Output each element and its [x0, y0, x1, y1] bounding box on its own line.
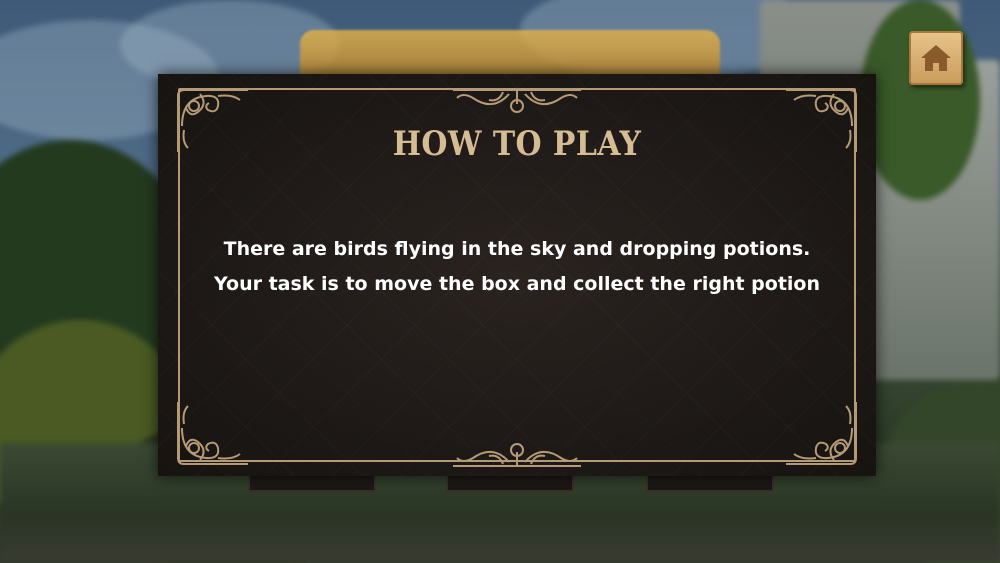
- instructions-text: There are birds flying in the sky and dr…: [158, 232, 876, 302]
- panel-support: [446, 476, 574, 492]
- game-scene: HOW TO PLAY There are birds flying in th…: [0, 0, 1000, 563]
- center-ornament: [453, 443, 581, 467]
- panel-support: [646, 476, 774, 492]
- how-to-play-panel: HOW TO PLAY There are birds flying in th…: [158, 74, 876, 476]
- panel-support: [248, 476, 376, 492]
- corner-ornament: [786, 402, 857, 465]
- home-icon: [921, 45, 951, 71]
- corner-ornament: [177, 402, 248, 465]
- center-ornament: [453, 89, 581, 113]
- home-button[interactable]: [909, 31, 963, 85]
- instruction-line: There are birds flying in the sky and dr…: [223, 238, 811, 260]
- panel-title: HOW TO PLAY: [392, 124, 642, 164]
- instruction-line: Your task is to move the box and collect…: [214, 273, 820, 295]
